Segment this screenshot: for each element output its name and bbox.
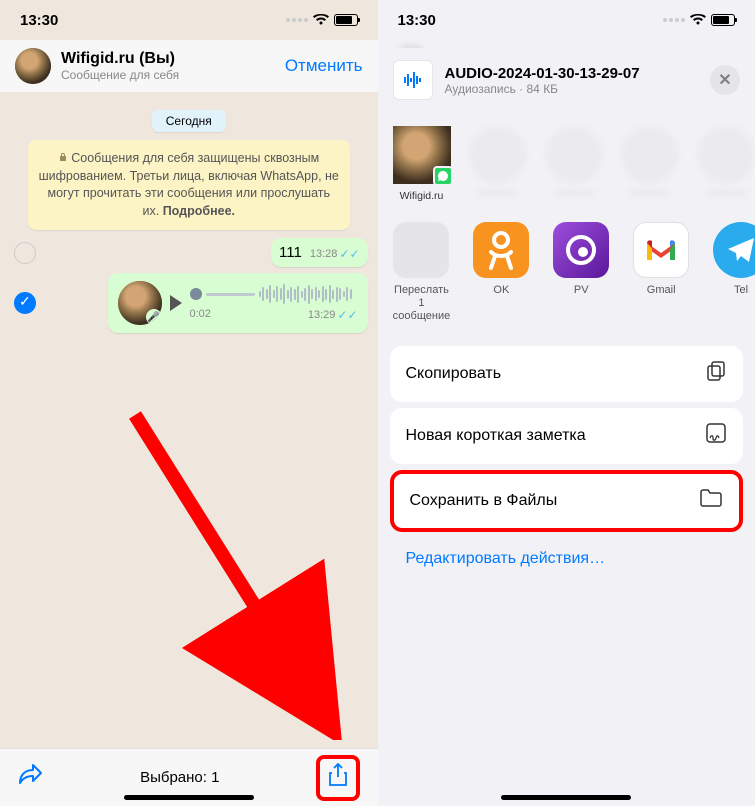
close-button[interactable]: ✕ (710, 65, 740, 95)
contact-item[interactable] (621, 126, 679, 202)
annotation-highlight (316, 755, 360, 801)
avatar[interactable] (15, 48, 51, 84)
message-text: 111 (279, 244, 302, 261)
voice-duration: 0:02 (190, 308, 211, 322)
folder-icon (699, 488, 723, 514)
voice-sender-avatar: 🎤 (118, 281, 162, 325)
contact-item[interactable]: Wifigid.ru (393, 126, 451, 202)
chat-body: Сегодня Сообщения для себя защищены скво… (0, 92, 378, 758)
cancel-button[interactable]: Отменить (285, 56, 363, 76)
battery-icon (334, 14, 358, 26)
ok-icon (473, 222, 529, 278)
contacts-row: Wifigid.ru (378, 112, 755, 216)
share-button[interactable] (328, 767, 348, 792)
chat-title[interactable]: Wifigid.ru (Вы) (61, 50, 179, 68)
selected-count: Выбрано: 1 (140, 769, 219, 786)
selection-checkbox-unchecked[interactable] (14, 242, 36, 264)
read-receipts-icon: ✓✓ (339, 247, 359, 261)
contact-label: Wifigid.ru (400, 190, 444, 202)
audio-file-icon (393, 60, 433, 100)
waveform (259, 284, 358, 304)
read-receipts-icon: ✓✓ (337, 308, 357, 322)
telegram-icon (713, 222, 755, 278)
contact-item[interactable] (545, 126, 603, 202)
wifi-icon (690, 14, 706, 26)
message-time: 13:29 (308, 309, 336, 321)
voice-message-bubble[interactable]: 🎤 0:02 13:29 ✓✓ (108, 273, 368, 333)
app-ok[interactable]: OK (472, 222, 530, 297)
whatsapp-badge-icon (433, 166, 453, 186)
app-telegram[interactable]: Tel (712, 222, 755, 297)
contact-item[interactable] (469, 126, 527, 202)
lock-icon (58, 152, 68, 162)
file-meta: Аудиозапись · 84 КБ (445, 82, 699, 96)
app-gmail[interactable]: Gmail (632, 222, 690, 297)
chat-header: Wifigid.ru (Вы) Сообщение для себя Отмен… (0, 40, 378, 92)
selection-checkbox-checked[interactable] (14, 292, 36, 314)
file-name: AUDIO-2024-01-30-13-29-07 (445, 65, 699, 82)
status-icons (663, 14, 735, 26)
action-copy[interactable]: Скопировать (390, 346, 744, 402)
edit-actions-link[interactable]: Редактировать действия… (378, 538, 755, 580)
voice-scrubber[interactable] (190, 288, 202, 300)
status-icons (286, 14, 358, 26)
action-list: Скопировать (390, 346, 744, 402)
annotation-highlight: Сохранить в Файлы (390, 470, 744, 532)
text-message-bubble[interactable]: 111 13:28 ✓✓ (271, 238, 367, 267)
message-row[interactable]: 🎤 0:02 13:29 ✓✓ (10, 273, 368, 333)
forward-icon[interactable] (18, 763, 44, 792)
apps-row: Переслать 1 сообщение OK PV Gmail Tel (378, 216, 755, 340)
chat-subtitle: Сообщение для себя (61, 68, 179, 82)
wifi-icon (313, 14, 329, 26)
pv-icon (553, 222, 609, 278)
action-list: Новая короткая заметка (390, 408, 744, 464)
gmail-icon (633, 222, 689, 278)
battery-icon (711, 14, 735, 26)
date-separator: Сегодня (10, 110, 368, 132)
note-icon (705, 422, 727, 450)
share-sheet-header: AUDIO-2024-01-30-13-29-07 Аудиозапись · … (378, 48, 755, 112)
action-save-to-files[interactable]: Сохранить в Файлы (394, 474, 740, 528)
encryption-notice[interactable]: Сообщения для себя защищены сквозным шиф… (28, 140, 350, 230)
home-indicator[interactable] (501, 795, 631, 800)
status-bar: 13:30 (0, 0, 378, 40)
app-pv[interactable]: PV (552, 222, 610, 297)
status-time: 13:30 (20, 12, 58, 29)
app-forward[interactable]: Переслать 1 сообщение (393, 222, 451, 324)
home-indicator[interactable] (124, 795, 254, 800)
message-time: 13:28 (310, 248, 338, 260)
play-button[interactable] (170, 295, 182, 311)
message-row[interactable]: 111 13:28 ✓✓ (10, 238, 368, 267)
mic-icon: 🎤 (146, 309, 162, 325)
action-new-note[interactable]: Новая короткая заметка (390, 408, 744, 464)
status-bar: 13:30 (378, 0, 755, 40)
status-time: 13:30 (398, 12, 436, 29)
contact-item[interactable] (697, 126, 755, 202)
share-sheet: AUDIO-2024-01-30-13-29-07 Аудиозапись · … (378, 48, 755, 806)
copy-icon (705, 360, 727, 388)
